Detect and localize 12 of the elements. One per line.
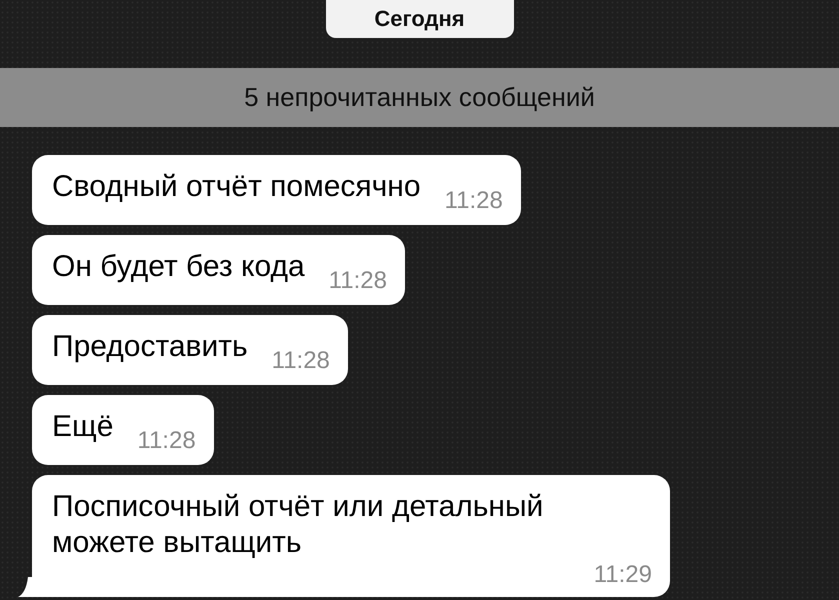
message-text: Предоставить [52,329,248,365]
message-text: Сводный отчёт помесячно [52,169,421,205]
message-time: 11:28 [137,427,196,455]
message-time: 11:29 [594,561,652,589]
message-text: Посписочный отчёт или детальный можете вытащить [52,489,544,561]
message-time: 11:28 [444,187,503,215]
message-text: Он будет без кода [52,249,305,285]
message-time: 11:28 [328,267,387,295]
message-time: 11:28 [272,347,330,375]
date-label: Сегодня [326,0,514,38]
message-text: Ещё [52,409,114,445]
unread-banner: 5 непрочитанных сообщений [0,68,839,127]
